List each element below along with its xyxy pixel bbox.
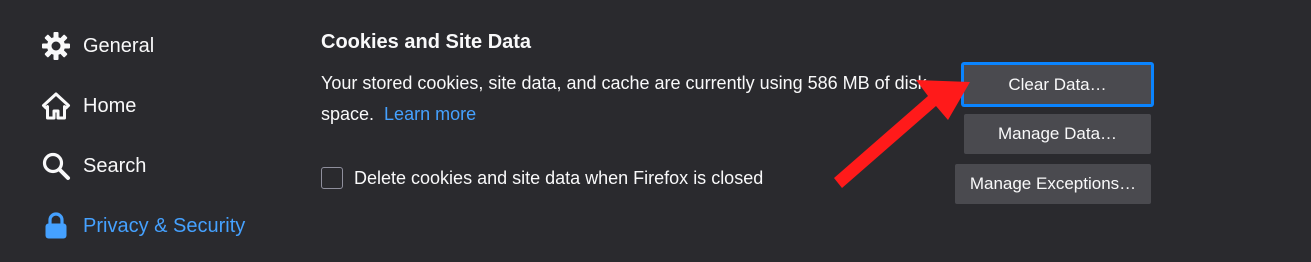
sidebar-item-general[interactable]: General: [40, 26, 154, 66]
search-icon: [40, 150, 72, 182]
sidebar-item-label: General: [83, 34, 155, 57]
manage-data-button[interactable]: Manage Data…: [964, 114, 1151, 154]
sidebar-item-label: Home: [83, 94, 137, 117]
sidebar-item-label: Privacy & Security: [83, 214, 246, 237]
learn-more-link[interactable]: Learn more: [384, 104, 476, 124]
gear-icon: [40, 30, 72, 62]
delete-on-close-row[interactable]: Delete cookies and site data when Firefo…: [321, 167, 763, 189]
sidebar-item-search[interactable]: Search: [40, 146, 146, 186]
lock-icon: [40, 210, 72, 242]
section-title: Cookies and Site Data: [321, 31, 532, 53]
sidebar-item-home[interactable]: Home: [40, 86, 136, 126]
home-icon: [40, 90, 72, 122]
delete-on-close-checkbox[interactable]: [321, 167, 343, 189]
sidebar-item-label: Search: [83, 154, 147, 177]
manage-exceptions-button[interactable]: Manage Exceptions…: [955, 164, 1151, 204]
sidebar-item-privacy-security[interactable]: Privacy & Security: [40, 206, 245, 246]
delete-on-close-label[interactable]: Delete cookies and site data when Firefo…: [354, 168, 763, 189]
preferences-page: General Home Search Privacy & Security C…: [0, 0, 1311, 262]
annotation-arrow-icon: [834, 80, 970, 188]
clear-data-button[interactable]: Clear Data…: [962, 63, 1153, 106]
